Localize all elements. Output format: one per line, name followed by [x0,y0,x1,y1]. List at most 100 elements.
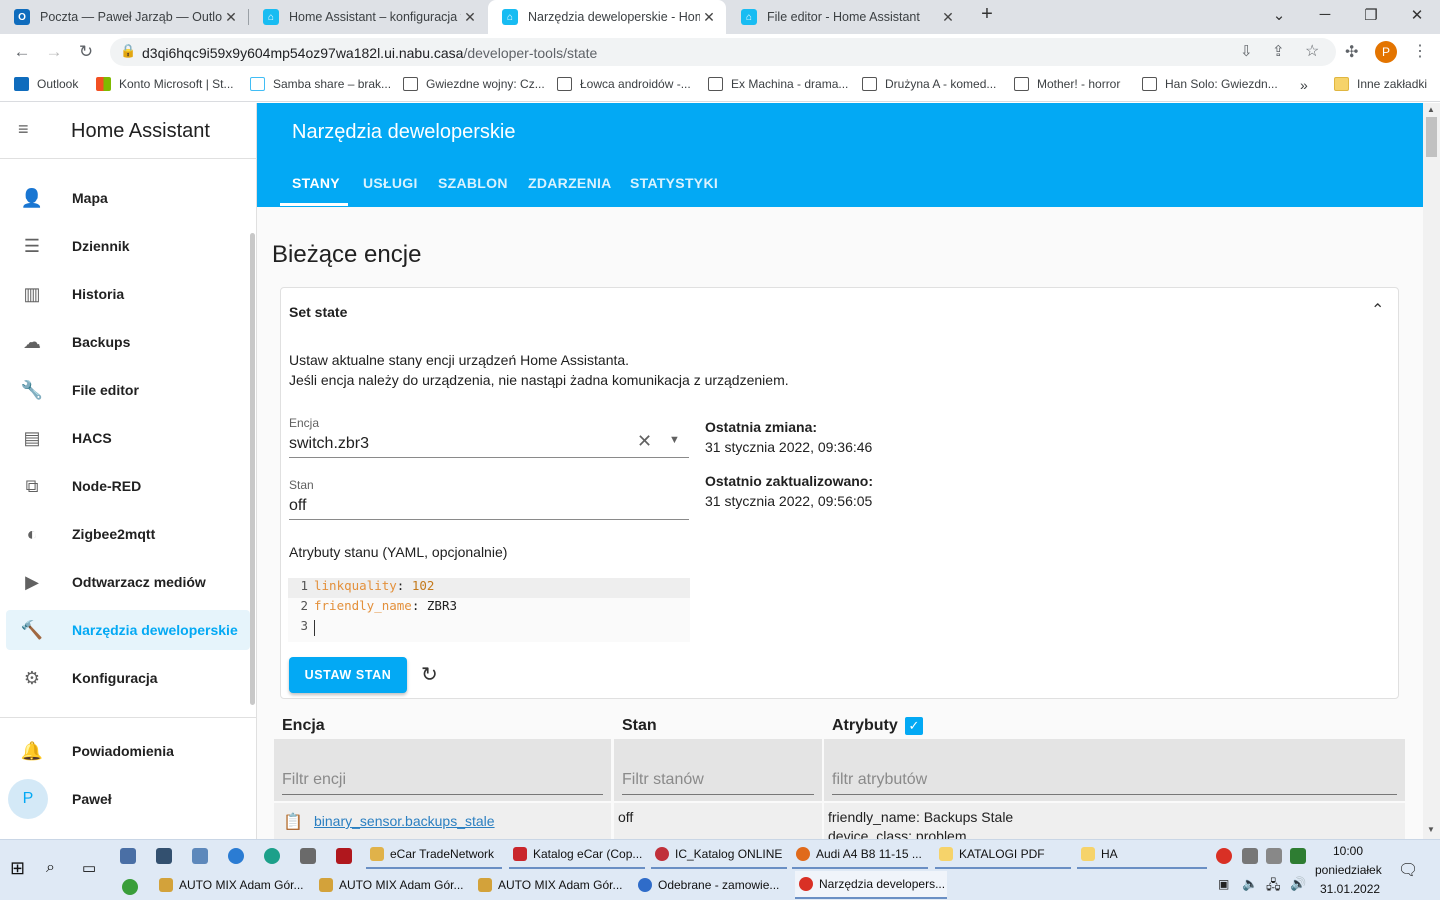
close-window-icon[interactable]: ✕ [1402,6,1432,24]
sidebar-item-backups[interactable]: ☁ Backups [6,322,250,362]
profile-avatar[interactable]: P [1375,41,1397,63]
clipboard-icon[interactable]: 📋 [283,812,303,832]
app-icon[interactable] [122,879,138,895]
tray-icon[interactable] [1242,848,1258,864]
sidebar-item-hacs[interactable]: ▤ HACS [6,418,250,458]
search-icon[interactable]: ⌕ [46,859,55,877]
browser-tab-file-editor[interactable]: ⌂ File editor - Home Assistant ✕ [727,0,965,34]
clock-time[interactable]: 10:00 [1333,844,1363,858]
app-icon[interactable] [336,848,352,864]
tray-icon[interactable] [1266,848,1282,864]
bookmark-item[interactable]: Mother! - horror [1014,77,1120,91]
entity-filter-input[interactable]: Filtr encji [274,739,611,801]
bookmark-star-icon[interactable]: ☆ [1305,41,1319,61]
calculator-icon[interactable] [300,848,316,864]
speaker-icon[interactable]: 🔊 [1290,876,1306,892]
entity-field[interactable]: Encja switch.zbr3 ✕ ▼ [289,414,689,458]
notification-center-icon[interactable]: 🗨 [1398,860,1418,880]
taskbar-item[interactable]: KATALOGI PDF [935,841,1071,869]
minimize-icon[interactable]: ─ [1310,6,1340,23]
menu-icon[interactable]: ⋮ [1412,41,1428,61]
taskbar-item[interactable]: AUTO MIX Adam Gór... [474,871,626,899]
refresh-icon[interactable]: ↻ [421,662,438,687]
bookmark-item[interactable]: Samba share – brak... [250,77,391,91]
extensions-icon[interactable]: ✣ [1345,42,1358,62]
bookmark-item[interactable]: Konto Microsoft | St... [96,77,234,91]
tab-uslugi[interactable]: USŁUGI [363,175,418,191]
install-app-icon[interactable]: ⇩ [1240,42,1253,60]
taskbar-item[interactable]: Katalog eCar (Cop... [509,841,645,869]
other-bookmarks[interactable]: Inne zakładki [1334,77,1427,91]
taskbar-item[interactable]: IC_Katalog ONLINE [651,841,787,869]
sidebar-item-developer-tools[interactable]: 🔨 Narzędzia deweloperskie [6,610,250,650]
set-state-button[interactable]: USTAW STAN [289,657,407,693]
tab-search-icon[interactable]: ⌄ [1264,6,1294,24]
close-icon[interactable]: ✕ [939,9,957,26]
sidebar-item-notifications[interactable]: 🔔 Powiadomienia [6,731,250,771]
close-icon[interactable]: ✕ [700,9,718,26]
browser-tab-ha-config[interactable]: ⌂ Home Assistant – konfiguracja te ✕ [249,0,487,34]
share-icon[interactable]: ⇪ [1272,42,1285,60]
close-icon[interactable]: ✕ [461,9,479,26]
close-icon[interactable]: ✕ [222,9,240,26]
state-filter-input[interactable]: Filtr stanów [614,739,822,801]
taskbar-item[interactable]: Narzędzia developers... [795,871,947,899]
tab-zdarzenia[interactable]: ZDARZENIA [528,175,612,191]
bookmarks-overflow-button[interactable]: » [1300,77,1308,93]
clock-date[interactable]: 31.01.2022 [1320,882,1380,896]
attributes-checkbox[interactable]: ✓ [905,717,923,735]
address-bar[interactable]: 🔒 d3qi6hqc9i59x9y604mp54oz97wa182l.ui.na… [110,38,1336,66]
bookmark-item[interactable]: Łowca androidów -... [557,77,691,91]
chevron-up-icon[interactable]: ⌃ [1371,300,1384,320]
yaml-editor[interactable]: 1 linkquality: 102 2 friendly_name: ZBR3 3 [288,578,690,642]
sidebar-item-historia[interactable]: ▥ Historia [6,274,250,314]
windows-start-icon[interactable]: ⊞ [10,858,25,879]
taskbar-item[interactable]: HA [1077,841,1207,869]
scroll-up-icon[interactable]: ▲ [1427,105,1435,114]
back-icon[interactable]: ← [11,42,33,62]
sidebar-item-user[interactable]: P Paweł [6,779,250,819]
sidebar-item-node-red[interactable]: ⧉ Node-RED [6,466,250,506]
chrome-tray-icon[interactable] [1216,848,1232,864]
scroll-thumb[interactable] [1426,117,1437,157]
reload-icon[interactable]: ↻ [75,42,97,62]
sidebar-item-konfiguracja[interactable]: ⚙ Konfiguracja [6,658,250,698]
bookmark-item[interactable]: Han Solo: Gwiezdn... [1142,77,1278,91]
app-icon[interactable] [120,848,136,864]
bookmark-item[interactable]: Drużyna A - komed... [862,77,996,91]
edge-icon[interactable] [264,848,280,864]
attributes-filter-input[interactable]: filtr atrybutów [824,739,1405,801]
browser-tab-outlook[interactable]: O Poczta — Paweł Jarząb — Outlook ✕ [0,0,248,34]
ie-icon[interactable] [228,848,244,864]
tab-szablon[interactable]: SZABLON [438,175,508,191]
taskbar-item[interactable]: eCar TradeNetwork [366,841,502,869]
page-scrollbar[interactable]: ▲ ▼ [1423,103,1440,839]
bookmark-item[interactable]: Gwiezdne wojny: Cz... [403,77,545,91]
scroll-down-icon[interactable]: ▼ [1427,825,1435,834]
dropdown-arrow-icon[interactable]: ▼ [669,434,680,446]
taskbar-item[interactable]: AUTO MIX Adam Gór... [155,871,307,899]
tab-stany[interactable]: STANY [292,175,340,191]
tab-statystyki[interactable]: STATYSTYKI [630,175,718,191]
volume-muted-icon[interactable]: 🔈 [1242,876,1258,892]
network-icon[interactable]: 🖧 [1266,876,1281,898]
task-view-icon[interactable]: ▭ [82,859,96,877]
tray-icon[interactable]: ▣ [1218,877,1229,891]
sidebar-item-media[interactable]: ▶ Odtwarzacz mediów [6,562,250,602]
card-title[interactable]: Set state [289,304,347,320]
taskbar-item[interactable]: Odebrane - zamowie... [634,871,786,899]
app-icon[interactable] [192,848,208,864]
maximize-icon[interactable]: ❐ [1356,6,1386,24]
shield-icon[interactable] [1290,848,1306,864]
browser-tab-devtools[interactable]: ⌂ Narzędzia deweloperskie - Home ✕ [488,0,726,34]
clock-day[interactable]: poniedziałek [1315,863,1382,877]
bookmark-item[interactable]: Ex Machina - drama... [708,77,848,91]
menu-collapse-icon[interactable]: ≡ [18,119,29,140]
forward-icon[interactable]: → [43,42,65,62]
sidebar-item-file-editor[interactable]: 🔧 File editor [6,370,250,410]
taskbar-item[interactable]: Audi A4 B8 11-15 ... [792,841,928,869]
bookmark-item[interactable]: Outlook [14,77,78,91]
new-tab-button[interactable]: + [972,3,1002,26]
app-icon[interactable] [156,848,172,864]
state-field[interactable]: Stan off [289,476,689,520]
